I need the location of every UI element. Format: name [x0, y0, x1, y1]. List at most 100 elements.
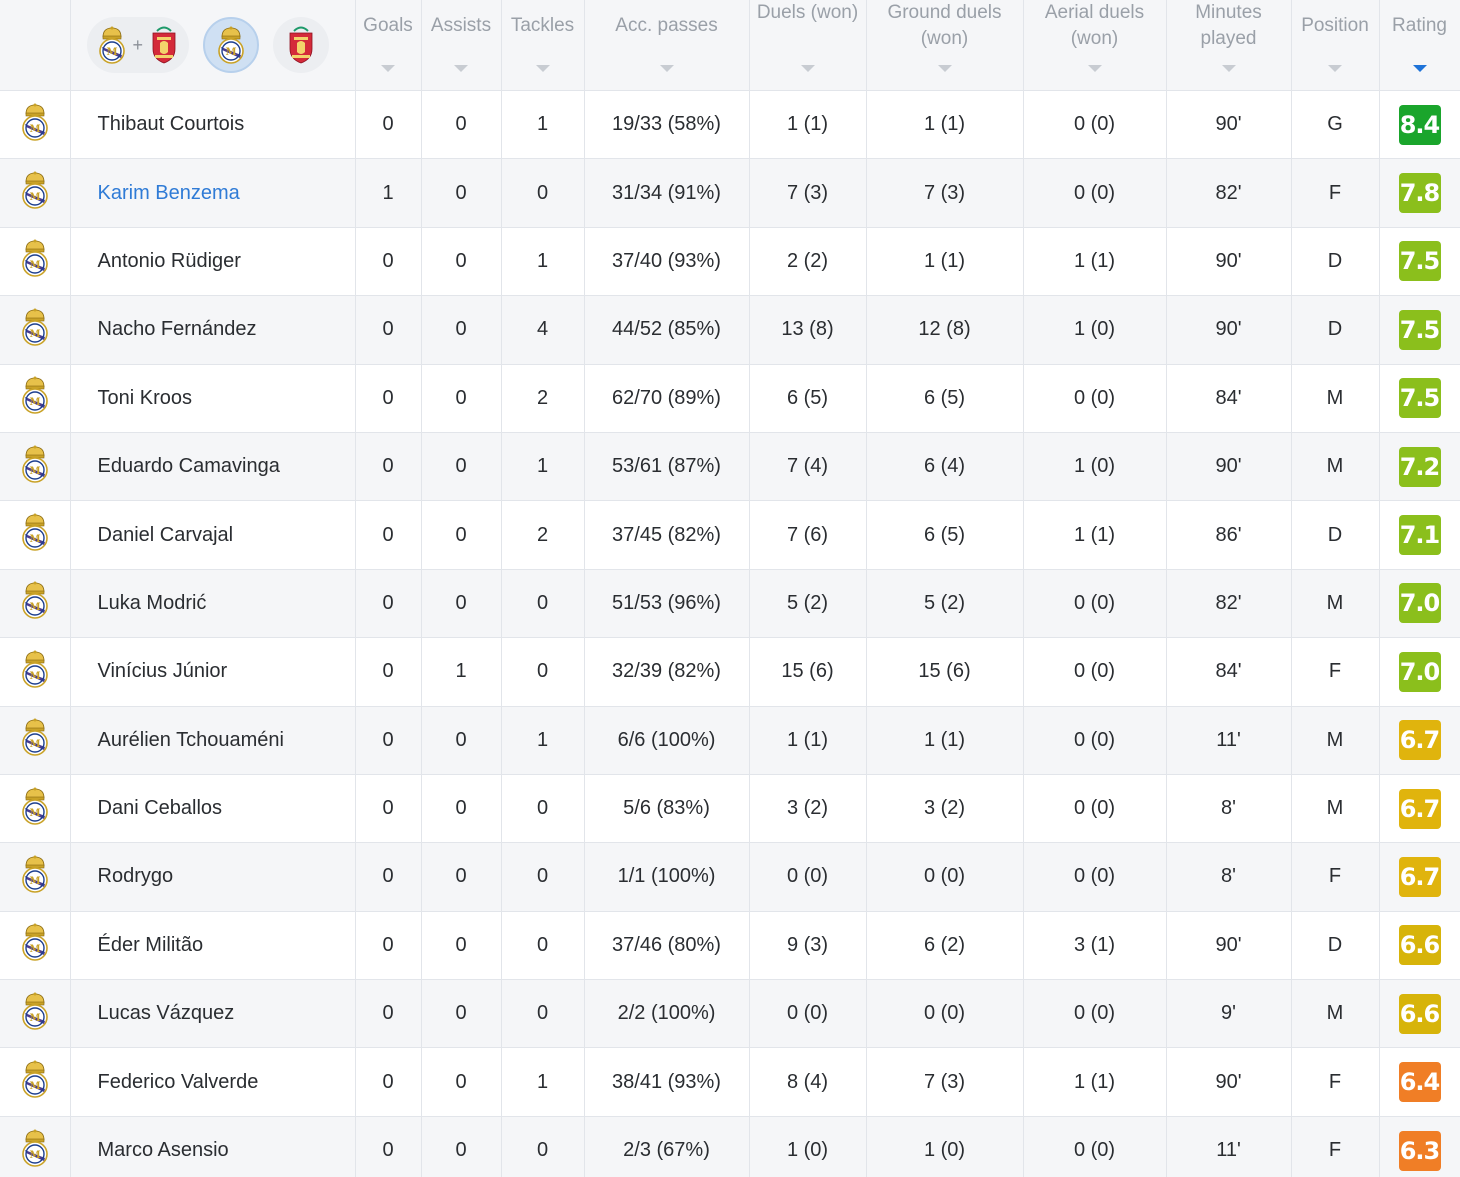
liverpool-crest-icon — [286, 25, 316, 65]
table-row[interactable]: Marco Asensio 0 0 0 2/3 (67%) 1 (0) 1 (0) 0 (0)… — [0, 1116, 1460, 1177]
sort-caret-icon — [800, 65, 815, 72]
player-name[interactable]: Daniel Carvajal — [70, 500, 356, 570]
goals-cell: 0 — [355, 911, 422, 981]
rating-badge: 6.6 — [1398, 993, 1441, 1034]
assists-cell: 0 — [421, 774, 502, 844]
sort-caret-icon — [535, 65, 550, 72]
player-name[interactable]: Karim Benzema — [70, 158, 356, 228]
column-header-rating[interactable]: Rating — [1379, 0, 1460, 91]
table-row[interactable]: Federico Valverde 0 0 1 38/41 (93%) 8 (4) 7 (3… — [0, 1047, 1460, 1117]
table-row[interactable]: Toni Kroos 0 0 2 62/70 (89%) 6 (5) 6 (5) 0 (0) 8… — [0, 364, 1460, 433]
column-header-assists[interactable]: Assists — [421, 0, 502, 91]
player-name[interactable]: Marco Asensio — [70, 1116, 356, 1177]
table-row[interactable]: Vinícius Júnior 0 1 0 32/39 (82%) 15 (6) 15 (6… — [0, 637, 1460, 707]
rating-badge: 8.4 — [1398, 104, 1441, 145]
player-name[interactable]: Lucas Vázquez — [70, 979, 356, 1049]
acc-passes-cell: 44/52 (85%) — [584, 295, 750, 365]
minutes-played-cell: 9' — [1166, 979, 1292, 1049]
rating-cell: 7.0 — [1379, 569, 1460, 639]
minutes-played-cell: 86' — [1166, 500, 1292, 570]
player-name[interactable]: Nacho Fernández — [70, 295, 356, 365]
minutes-played-cell: 84' — [1166, 637, 1292, 707]
real-madrid-crest-icon — [20, 649, 50, 689]
team-crest-cell — [0, 227, 71, 297]
player-name[interactable]: Luka Modrić — [70, 569, 356, 639]
team-filter-real-madrid[interactable] — [203, 17, 260, 73]
column-header-goals[interactable]: Goals — [355, 0, 422, 91]
column-header-minutes-played[interactable]: Minutes played — [1166, 0, 1292, 91]
table-row[interactable]: Rodrygo 0 0 0 1/1 (100%) 0 (0) 0 (0) 0 (0) 8' F 6.… — [0, 842, 1460, 912]
team-filter-header: + — [70, 0, 356, 91]
ground-duels-cell: 7 (3) — [866, 1047, 1024, 1117]
player-name[interactable]: Antonio Rüdiger — [70, 227, 356, 297]
rating-cell: 6.7 — [1379, 842, 1460, 912]
player-name[interactable]: Dani Ceballos — [70, 774, 356, 844]
rating-cell: 6.4 — [1379, 1047, 1460, 1117]
duels-cell: 2 (2) — [749, 227, 867, 297]
rating-cell: 7.2 — [1379, 432, 1460, 502]
player-name[interactable]: Rodrygo — [70, 842, 356, 912]
duels-cell: 3 (2) — [749, 774, 867, 844]
column-header-position[interactable]: Position — [1291, 0, 1380, 91]
rating-badge: 6.7 — [1398, 856, 1441, 897]
player-name[interactable]: Thibaut Courtois — [70, 90, 356, 160]
acc-passes-cell: 19/33 (58%) — [584, 90, 750, 160]
table-row[interactable]: Éder Militão 0 0 0 37/46 (80%) 9 (3) 6 (2) 3 (1… — [0, 911, 1460, 981]
team-crest-cell — [0, 706, 71, 775]
goals-cell: 0 — [355, 295, 422, 365]
real-madrid-crest-icon — [20, 717, 50, 757]
column-header-ground-duels[interactable]: Ground duels (won) — [866, 0, 1024, 91]
assists-cell: 0 — [421, 500, 502, 570]
minutes-played-cell: 84' — [1166, 364, 1292, 433]
minutes-played-cell: 90' — [1166, 1047, 1292, 1117]
team-crest-cell — [0, 158, 71, 228]
column-header-duels[interactable]: Duels (won) — [749, 0, 867, 91]
minutes-played-cell: 90' — [1166, 432, 1292, 502]
ground-duels-cell: 12 (8) — [866, 295, 1024, 365]
duels-cell: 1 (0) — [749, 1116, 867, 1177]
player-name[interactable]: Éder Militão — [70, 911, 356, 981]
ground-duels-cell: 5 (2) — [866, 569, 1024, 639]
minutes-played-cell: 90' — [1166, 295, 1292, 365]
aerial-duels-cell: 0 (0) — [1023, 637, 1167, 707]
table-row[interactable]: Antonio Rüdiger 0 0 1 37/40 (93%) 2 (2) 1 (1) 1… — [0, 227, 1460, 297]
aerial-duels-cell: 1 (0) — [1023, 295, 1167, 365]
acc-passes-cell: 51/53 (96%) — [584, 569, 750, 639]
ground-duels-cell: 1 (1) — [866, 227, 1024, 297]
goals-cell: 0 — [355, 90, 422, 160]
table-row[interactable]: Thibaut Courtois 0 0 1 19/33 (58%) 1 (1) 1 (1)… — [0, 90, 1460, 160]
rating-cell: 6.7 — [1379, 774, 1460, 844]
tackles-cell: 1 — [501, 706, 585, 775]
player-name[interactable]: Eduardo Camavinga — [70, 432, 356, 502]
ground-duels-cell: 0 (0) — [866, 979, 1024, 1049]
player-name[interactable]: Toni Kroos — [70, 364, 356, 433]
table-row[interactable]: Daniel Carvajal 0 0 2 37/45 (82%) 7 (6) 6 (5) 1… — [0, 500, 1460, 570]
player-name[interactable]: Federico Valverde — [70, 1047, 356, 1117]
acc-passes-cell: 31/34 (91%) — [584, 158, 750, 228]
table-row[interactable]: Nacho Fernández 0 0 4 44/52 (85%) 13 (8) 12 (8… — [0, 295, 1460, 365]
plus-icon: + — [132, 35, 144, 55]
table-row[interactable]: Aurélien Tchouaméni 0 0 1 6/6 (100%) 1 (1) 1 (… — [0, 706, 1460, 775]
goals-cell: 0 — [355, 842, 422, 912]
team-filter-bar: + — [73, 0, 353, 90]
column-header-tackles[interactable]: Tackles — [501, 0, 585, 91]
table-row[interactable]: Dani Ceballos 0 0 0 5/6 (83%) 3 (2) 3 (2) 0 (0)… — [0, 774, 1460, 844]
acc-passes-cell: 2/2 (100%) — [584, 979, 750, 1049]
duels-cell: 13 (8) — [749, 295, 867, 365]
tackles-cell: 0 — [501, 637, 585, 707]
table-row[interactable]: Luka Modrić 0 0 0 51/53 (96%) 5 (2) 5 (2) 0 (0)… — [0, 569, 1460, 639]
player-name[interactable]: Vinícius Júnior — [70, 637, 356, 707]
table-row[interactable]: Karim Benzema 1 0 0 31/34 (91%) 7 (3) 7 (3) 0 (… — [0, 158, 1460, 228]
table-row[interactable]: Lucas Vázquez 0 0 0 2/2 (100%) 0 (0) 0 (0) 0 (0… — [0, 979, 1460, 1049]
aerial-duels-cell: 1 (0) — [1023, 432, 1167, 502]
column-header-acc-passes[interactable]: Acc. passes — [584, 0, 750, 91]
table-row[interactable]: Eduardo Camavinga 0 0 1 53/61 (87%) 7 (4) 6 (4… — [0, 432, 1460, 502]
team-filter-both[interactable]: + — [86, 17, 190, 73]
team-crest-cell — [0, 569, 71, 639]
team-filter-liverpool[interactable] — [273, 17, 330, 73]
player-name[interactable]: Aurélien Tchouaméni — [70, 706, 356, 775]
tackles-cell: 0 — [501, 1116, 585, 1177]
aerial-duels-cell: 1 (1) — [1023, 500, 1167, 570]
column-header-aerial-duels[interactable]: Aerial duels (won) — [1023, 0, 1167, 91]
assists-cell: 0 — [421, 706, 502, 775]
